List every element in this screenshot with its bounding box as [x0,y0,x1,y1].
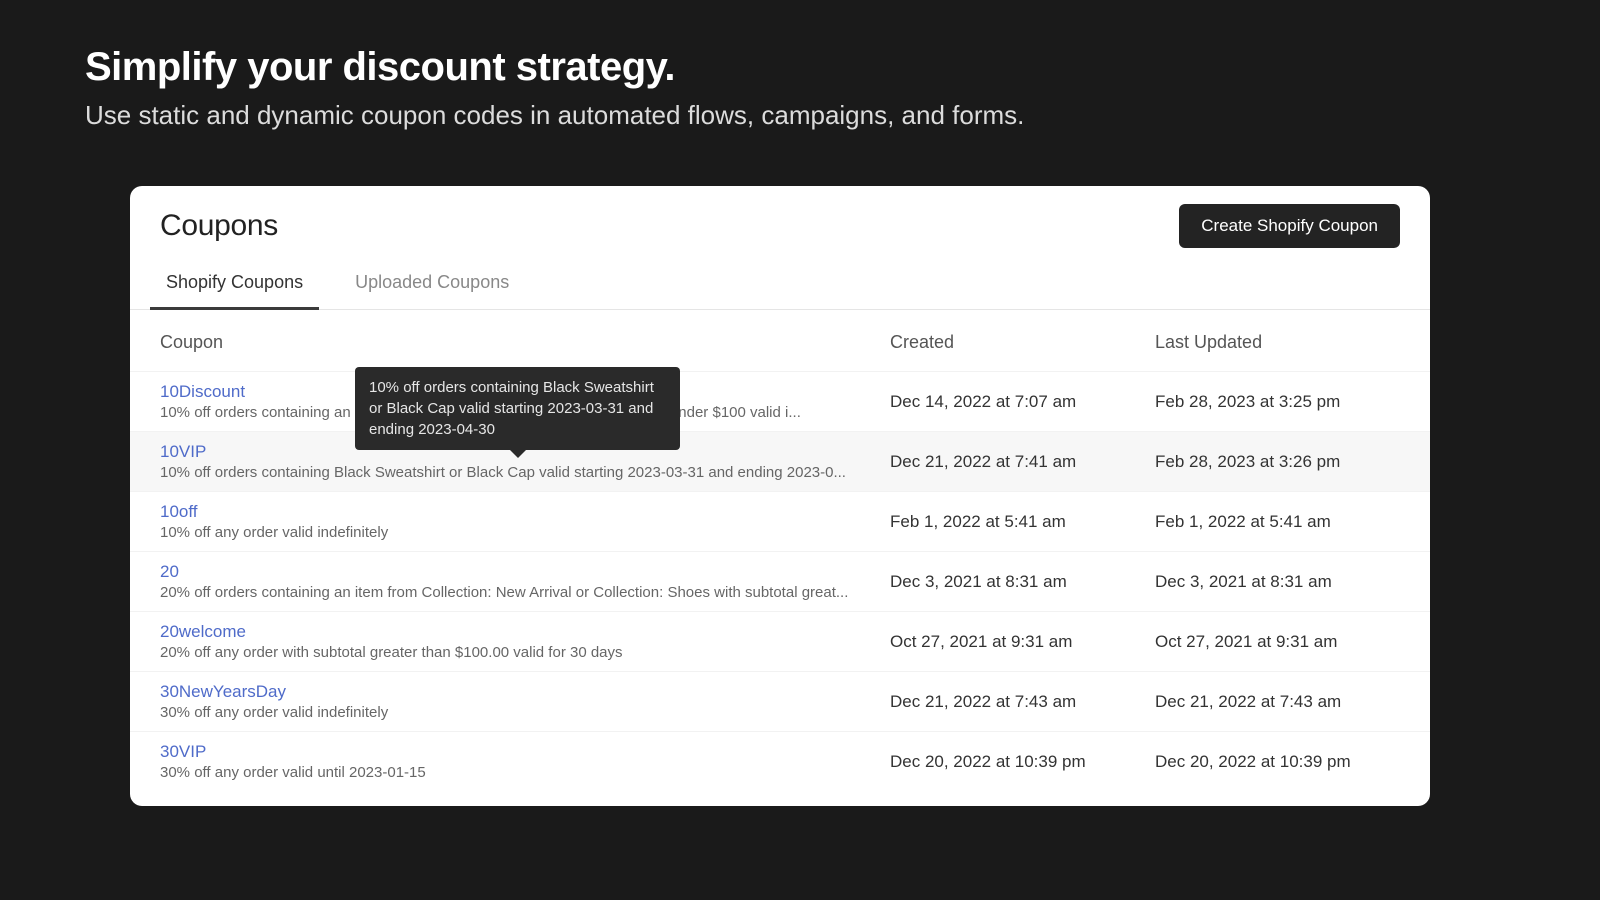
tab-shopify-coupons[interactable]: Shopify Coupons [160,258,309,309]
coupon-description: 20% off orders containing an item from C… [160,584,860,601]
updated-date: Feb 1, 2022 at 5:41 am [1155,512,1400,532]
panel-title: Coupons [160,209,278,243]
updated-date: Feb 28, 2023 at 3:26 pm [1155,452,1400,472]
table-row[interactable]: 20welcome 20% off any order with subtota… [130,611,1430,671]
updated-date: Feb 28, 2023 at 3:25 pm [1155,392,1400,412]
updated-date: Oct 27, 2021 at 9:31 am [1155,632,1400,652]
coupons-panel: Coupons Create Shopify Coupon Shopify Co… [130,186,1430,806]
coupon-description: 30% off any order valid indefinitely [160,704,860,721]
tab-uploaded-coupons[interactable]: Uploaded Coupons [349,258,515,309]
updated-date: Dec 3, 2021 at 8:31 am [1155,572,1400,592]
tooltip: 10% off orders containing Black Sweatshi… [355,367,680,450]
updated-date: Dec 20, 2022 at 10:39 pm [1155,752,1400,772]
coupon-link[interactable]: 20 [160,562,890,582]
coupon-description: 10% off orders containing Black Sweatshi… [160,464,860,481]
coupon-description: 10% off any order valid indefinitely [160,524,860,541]
table-row[interactable]: 10VIP 10% off orders containing Black Sw… [130,431,1430,491]
coupon-description: 30% off any order valid until 2023-01-15 [160,764,860,781]
column-coupon: Coupon [160,332,890,353]
hero-subtitle: Use static and dynamic coupon codes in a… [85,100,1515,131]
created-date: Dec 21, 2022 at 7:43 am [890,692,1155,712]
column-created: Created [890,332,1155,353]
created-date: Dec 3, 2021 at 8:31 am [890,572,1155,592]
created-date: Feb 1, 2022 at 5:41 am [890,512,1155,532]
table-row[interactable]: 20 20% off orders containing an item fro… [130,551,1430,611]
hero-title: Simplify your discount strategy. [85,45,1515,90]
coupon-link[interactable]: 30VIP [160,742,890,762]
column-updated: Last Updated [1155,332,1400,353]
table-row[interactable]: 10Discount 10% off orders containing an … [130,371,1430,431]
tabs: Shopify Coupons Uploaded Coupons [130,258,1430,310]
coupon-link[interactable]: 20welcome [160,622,890,642]
create-shopify-coupon-button[interactable]: Create Shopify Coupon [1179,204,1400,248]
table-row[interactable]: 30VIP 30% off any order valid until 2023… [130,731,1430,791]
coupon-link[interactable]: 10off [160,502,890,522]
coupon-link[interactable]: 30NewYearsDay [160,682,890,702]
created-date: Dec 21, 2022 at 7:41 am [890,452,1155,472]
table-row[interactable]: 30NewYearsDay 30% off any order valid in… [130,671,1430,731]
table-row[interactable]: 10off 10% off any order valid indefinite… [130,491,1430,551]
created-date: Oct 27, 2021 at 9:31 am [890,632,1155,652]
table-header: Coupon Created Last Updated [130,310,1430,371]
created-date: Dec 20, 2022 at 10:39 pm [890,752,1155,772]
updated-date: Dec 21, 2022 at 7:43 am [1155,692,1400,712]
coupon-description: 20% off any order with subtotal greater … [160,644,860,661]
panel-header: Coupons Create Shopify Coupon [130,186,1430,258]
created-date: Dec 14, 2022 at 7:07 am [890,392,1155,412]
